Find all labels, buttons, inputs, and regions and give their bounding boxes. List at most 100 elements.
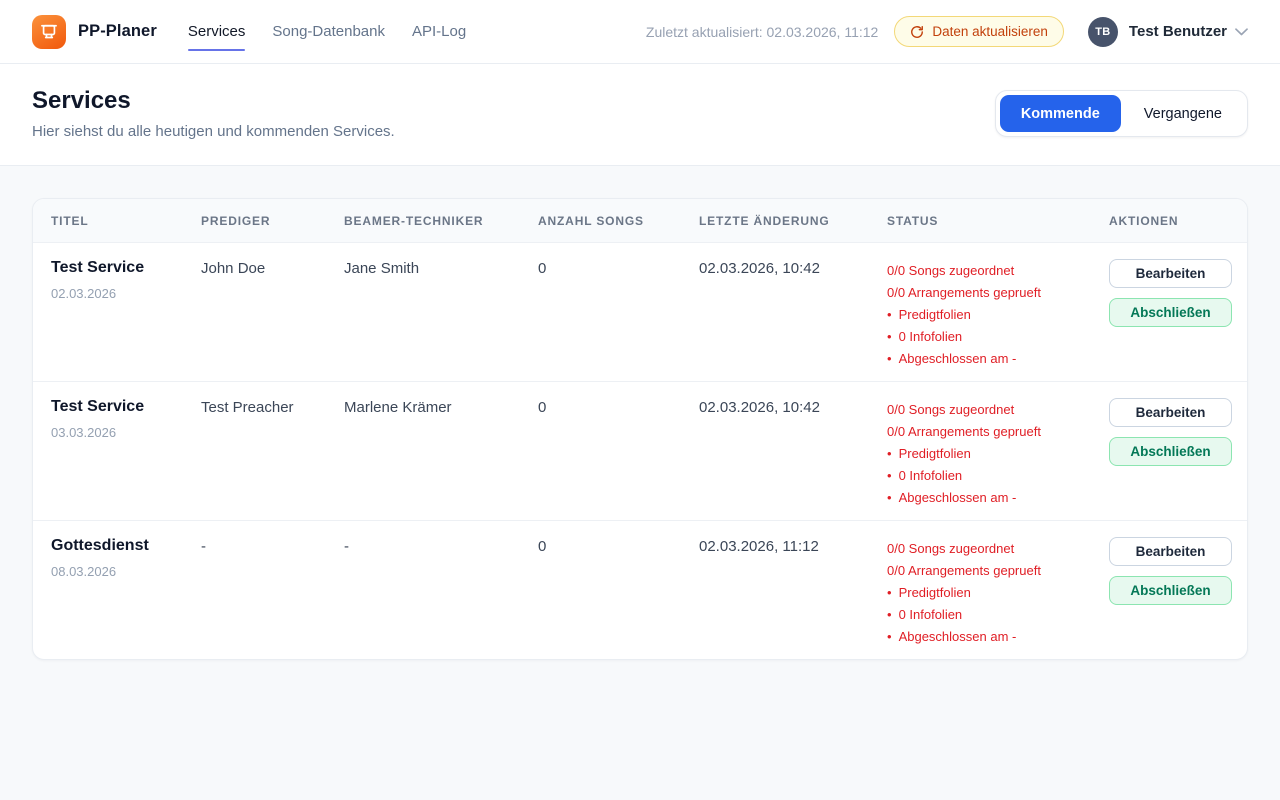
status-item-label: Abgeschlossen am - [899, 626, 1017, 648]
service-title: Gottesdienst [51, 536, 201, 556]
status-item-predigtfolien: • Predigtfolien [887, 582, 1109, 604]
toggle-kommende-button[interactable]: Kommende [1000, 95, 1121, 132]
preacher-cell: Test Preacher [201, 397, 344, 509]
services-table-card: Titel Prediger Beamer-Techniker Anzahl S… [32, 198, 1248, 660]
complete-button[interactable]: Abschließen [1109, 298, 1232, 327]
preacher-cell: - [201, 536, 344, 648]
topbar-right: Zuletzt aktualisiert: 02.03.2026, 11:12 … [646, 16, 1248, 47]
songs-count-cell: 0 [538, 397, 699, 509]
status-cell: 0/0 Songs zugeordnet 0/0 Arrangements ge… [887, 397, 1109, 509]
status-item-abgeschlossen: • Abgeschlossen am - [887, 487, 1109, 509]
title-cell: Gottesdienst 08.03.2026 [51, 536, 201, 648]
column-header-beamer-techniker: Beamer-Techniker [344, 214, 538, 228]
service-date: 08.03.2026 [51, 564, 201, 579]
page-head-text: Services Hier siehst du alle heutigen un… [32, 87, 395, 140]
status-songs-assigned: 0/0 Songs zugeordnet [887, 538, 1109, 560]
nav-tab-api-log[interactable]: API-Log [412, 19, 466, 44]
column-header-prediger: Prediger [201, 214, 344, 228]
status-item-label: Predigtfolien [899, 582, 971, 604]
last-change-cell: 02.03.2026, 10:42 [699, 258, 887, 370]
column-header-titel: Titel [51, 214, 201, 228]
edit-button[interactable]: Bearbeiten [1109, 398, 1232, 427]
complete-button[interactable]: Abschließen [1109, 576, 1232, 605]
presentation-icon [39, 22, 59, 42]
bullet-icon: • [887, 465, 892, 487]
songs-count-cell: 0 [538, 258, 699, 370]
beamer-tech-cell: Marlene Krämer [344, 397, 538, 509]
status-item-label: 0 Infofolien [899, 465, 963, 487]
content-area: Titel Prediger Beamer-Techniker Anzahl S… [0, 166, 1280, 660]
service-filter-toggle: Kommende Vergangene [995, 90, 1248, 137]
title-cell: Test Service 02.03.2026 [51, 258, 201, 370]
status-item-label: 0 Infofolien [899, 604, 963, 626]
main-nav: Services Song-Datenbank API-Log [188, 19, 466, 44]
status-item-label: Abgeschlossen am - [899, 487, 1017, 509]
bullet-icon: • [887, 604, 892, 626]
brand-name: PP-Planer [78, 22, 157, 41]
songs-count-cell: 0 [538, 536, 699, 648]
brand-home-link[interactable]: PP-Planer [32, 15, 157, 49]
chevron-down-icon [1235, 28, 1248, 36]
status-item-label: 0 Infofolien [899, 326, 963, 348]
table-row: Test Service 03.03.2026 Test Preacher Ma… [33, 381, 1247, 520]
bullet-icon: • [887, 326, 892, 348]
status-arrangements-checked: 0/0 Arrangements geprueft [887, 282, 1109, 304]
status-item-label: Predigtfolien [899, 443, 971, 465]
status-songs-assigned: 0/0 Songs zugeordnet [887, 260, 1109, 282]
column-header-anzahl-songs: Anzahl Songs [538, 214, 699, 228]
toggle-vergangene-button[interactable]: Vergangene [1123, 95, 1243, 132]
table-row: Test Service 02.03.2026 John Doe Jane Sm… [33, 243, 1247, 381]
user-menu-trigger[interactable]: TB Test Benutzer [1088, 17, 1248, 47]
service-title: Test Service [51, 258, 201, 278]
service-date: 02.03.2026 [51, 286, 201, 301]
edit-button[interactable]: Bearbeiten [1109, 259, 1232, 288]
complete-button[interactable]: Abschließen [1109, 437, 1232, 466]
column-header-status: Status [887, 214, 1109, 228]
last-change-cell: 02.03.2026, 10:42 [699, 397, 887, 509]
topbar: PP-Planer Services Song-Datenbank API-Lo… [0, 0, 1280, 64]
refresh-button-label: Daten aktualisieren [932, 24, 1048, 39]
refresh-icon [910, 25, 924, 39]
bullet-icon: • [887, 582, 892, 604]
bullet-icon: • [887, 626, 892, 648]
title-cell: Test Service 03.03.2026 [51, 397, 201, 509]
status-songs-assigned: 0/0 Songs zugeordnet [887, 399, 1109, 421]
status-item-label: Predigtfolien [899, 304, 971, 326]
edit-button[interactable]: Bearbeiten [1109, 537, 1232, 566]
status-item-infofolien: • 0 Infofolien [887, 465, 1109, 487]
column-header-aktionen: Aktionen [1109, 214, 1230, 228]
nav-tab-song-datenbank[interactable]: Song-Datenbank [272, 19, 385, 44]
bullet-icon: • [887, 487, 892, 509]
service-date: 03.03.2026 [51, 425, 201, 440]
user-avatar: TB [1088, 17, 1118, 47]
table-header-row: Titel Prediger Beamer-Techniker Anzahl S… [33, 199, 1247, 243]
last-updated-text: Zuletzt aktualisiert: 02.03.2026, 11:12 [646, 24, 878, 40]
table-row: Gottesdienst 08.03.2026 - - 0 02.03.2026… [33, 520, 1247, 659]
status-item-predigtfolien: • Predigtfolien [887, 304, 1109, 326]
refresh-data-button[interactable]: Daten aktualisieren [894, 16, 1064, 47]
status-cell: 0/0 Songs zugeordnet 0/0 Arrangements ge… [887, 536, 1109, 648]
status-item-infofolien: • 0 Infofolien [887, 604, 1109, 626]
actions-cell: Bearbeiten Abschließen [1109, 536, 1232, 648]
service-title: Test Service [51, 397, 201, 417]
preacher-cell: John Doe [201, 258, 344, 370]
status-item-label: Abgeschlossen am - [899, 348, 1017, 370]
page-subtitle: Hier siehst du alle heutigen und kommend… [32, 123, 395, 140]
nav-tab-services[interactable]: Services [188, 19, 246, 44]
last-change-cell: 02.03.2026, 11:12 [699, 536, 887, 648]
status-item-infofolien: • 0 Infofolien [887, 326, 1109, 348]
user-name: Test Benutzer [1129, 23, 1227, 40]
status-item-abgeschlossen: • Abgeschlossen am - [887, 626, 1109, 648]
bullet-icon: • [887, 443, 892, 465]
beamer-tech-cell: Jane Smith [344, 258, 538, 370]
beamer-tech-cell: - [344, 536, 538, 648]
page-head: Services Hier siehst du alle heutigen un… [0, 64, 1280, 166]
bullet-icon: • [887, 304, 892, 326]
page-title: Services [32, 87, 395, 115]
column-header-letzte-aenderung: Letzte Änderung [699, 214, 887, 228]
status-item-predigtfolien: • Predigtfolien [887, 443, 1109, 465]
status-cell: 0/0 Songs zugeordnet 0/0 Arrangements ge… [887, 258, 1109, 370]
app-logo [32, 15, 66, 49]
actions-cell: Bearbeiten Abschließen [1109, 258, 1232, 370]
actions-cell: Bearbeiten Abschließen [1109, 397, 1232, 509]
